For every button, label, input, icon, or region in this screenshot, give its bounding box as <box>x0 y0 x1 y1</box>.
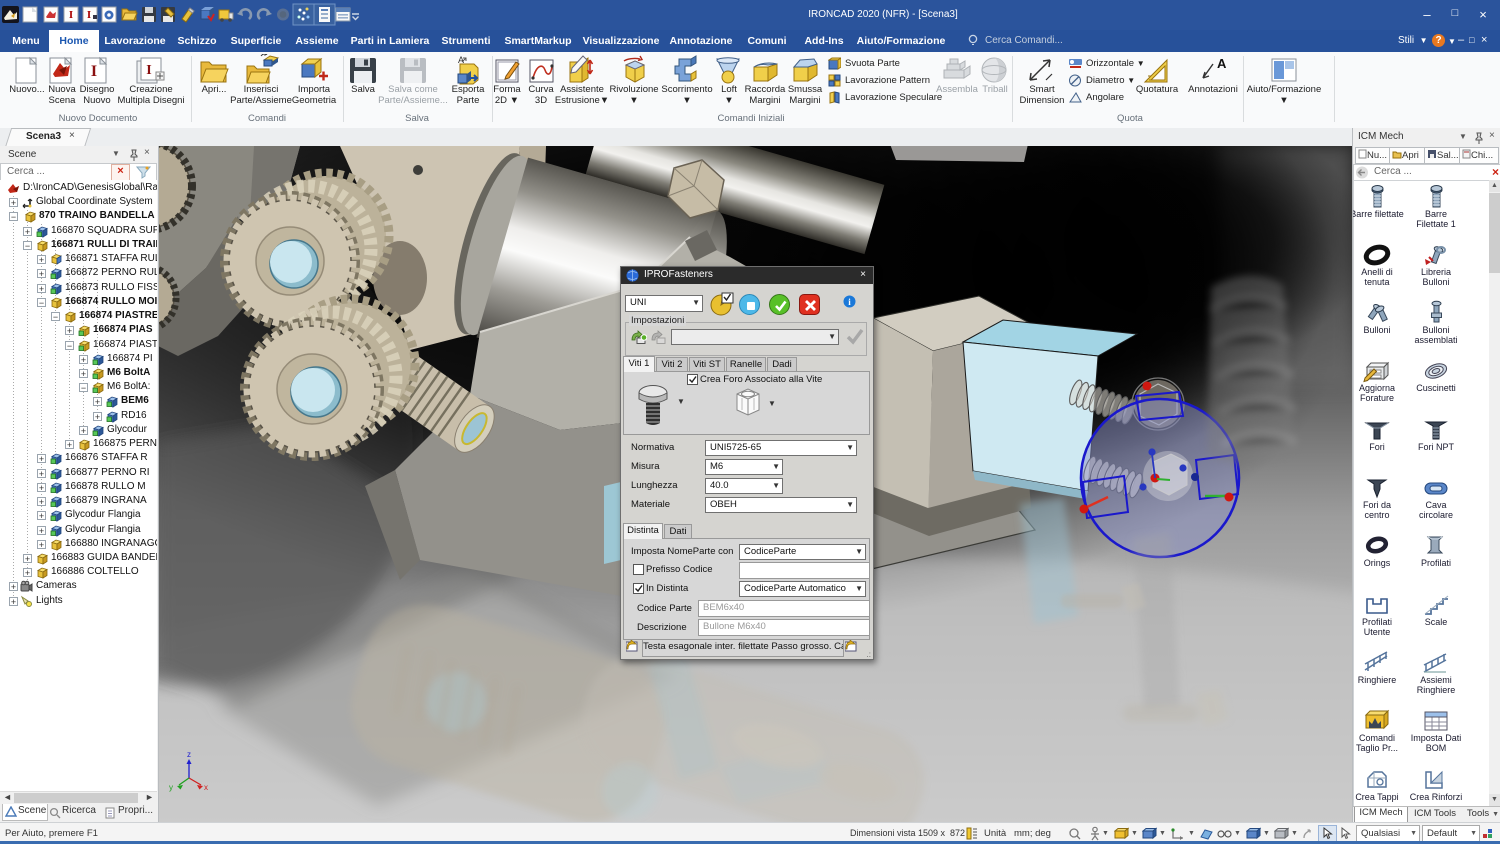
svg-text:I: I <box>69 9 73 21</box>
svg-text:x: x <box>204 783 208 792</box>
svg-text:I: I <box>87 9 91 21</box>
svg-text:I: I <box>91 63 97 80</box>
svg-text:A: A <box>1217 56 1227 71</box>
svg-text:I: I <box>146 63 151 78</box>
svg-text:z: z <box>187 750 191 759</box>
svg-text:y: y <box>169 783 173 792</box>
